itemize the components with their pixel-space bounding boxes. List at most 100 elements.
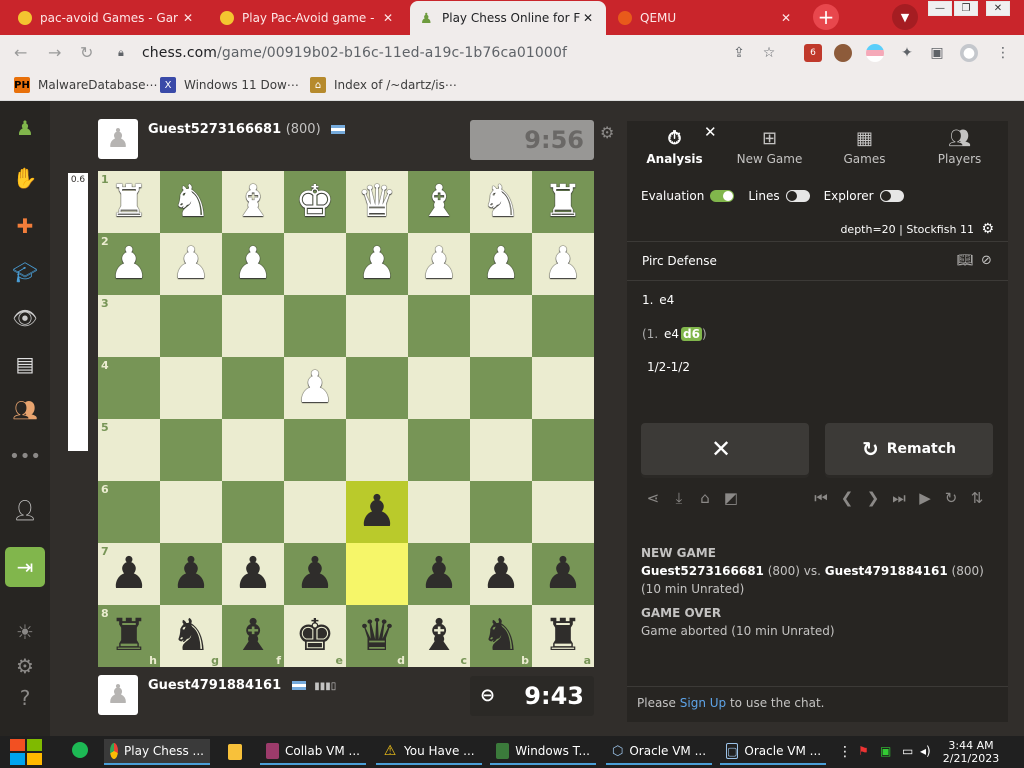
explore-icon[interactable]: ⊘ (981, 253, 992, 268)
settings-icon[interactable]: ⚙ (12, 653, 38, 679)
avatar[interactable]: ♟ (98, 675, 138, 715)
bookmark-star-icon[interactable]: ☆ (760, 44, 778, 62)
taskbar-item[interactable]: ⚠ You Have ... (376, 739, 482, 765)
board-square[interactable] (408, 419, 470, 481)
board-square[interactable] (160, 481, 222, 543)
white-bishop-piece[interactable]: ♝ (408, 171, 470, 233)
board-square[interactable] (532, 419, 594, 481)
menu-icon[interactable]: ⋮ (994, 44, 1012, 62)
play-icon[interactable]: ▶ (917, 489, 933, 507)
board-square[interactable] (284, 419, 346, 481)
overflow-icon[interactable]: ⋮ (838, 744, 852, 760)
restore-button[interactable]: ❐ (954, 1, 978, 16)
log-player[interactable]: Guest4791884161 (825, 564, 948, 578)
bookmark-item[interactable]: X Windows 11 Dow⋯ (160, 77, 299, 93)
social-icon[interactable]: 👥︎ (12, 397, 38, 423)
tab-search-button[interactable]: ▼ (892, 4, 918, 30)
black-rook-piece[interactable]: ♜ (98, 605, 160, 667)
puzzles-icon[interactable]: ✚ (12, 213, 38, 239)
browser-tab-active[interactable]: ♟ Play Chess Online for Fr ✕ (410, 1, 606, 35)
board-square[interactable] (284, 295, 346, 357)
black-pawn-piece[interactable]: ♟ (284, 543, 346, 605)
browser-tab[interactable]: QEMU ✕ (608, 1, 804, 35)
board-square[interactable] (222, 295, 284, 357)
black-rook-piece[interactable]: ♜ (532, 605, 594, 667)
more-icon[interactable]: ••• (9, 443, 41, 469)
white-pawn-piece[interactable]: ♟ (284, 357, 346, 419)
prev-move-icon[interactable]: ❮ (839, 489, 855, 507)
rematch-button[interactable]: ↻ Rematch (825, 423, 993, 475)
move-selected[interactable]: d6 (681, 327, 702, 341)
board-square[interactable] (408, 295, 470, 357)
tab-games[interactable]: ▦ Games (817, 121, 912, 173)
board-square[interactable] (160, 419, 222, 481)
taskbar-item[interactable]: ⬡ Oracle VM ... (606, 739, 712, 765)
minimize-button[interactable]: — (928, 1, 952, 16)
top-player-name[interactable]: Guest5273166681 (800) (148, 122, 346, 137)
board-square[interactable] (160, 295, 222, 357)
bookmark-item[interactable]: ⌂ Index of /~dartz/is⋯ (310, 77, 457, 93)
book-icon[interactable]: 📖︎ (957, 253, 974, 268)
close-icon[interactable]: ✕ (778, 10, 794, 26)
board-square[interactable] (470, 295, 532, 357)
white-pawn-piece[interactable]: ♟ (408, 233, 470, 295)
tab-new-game[interactable]: ⊞ New Game (722, 121, 817, 173)
white-pawn-piece[interactable]: ♟ (98, 233, 160, 295)
address-bar[interactable]: 🔒︎ chess.com/game/00919b02-b16c-11ed-a19… (106, 39, 790, 67)
black-queen-piece[interactable]: ♛ (346, 605, 408, 667)
play-icon[interactable]: ✋ (12, 165, 38, 191)
white-king-piece[interactable]: ♚ (284, 171, 346, 233)
board-square[interactable]: 5 (98, 419, 160, 481)
close-icon[interactable]: ✕ (580, 10, 596, 26)
volume-icon[interactable]: ◂) (920, 744, 931, 758)
close-panel-icon[interactable]: ✕ (704, 123, 717, 141)
board-square[interactable] (470, 419, 532, 481)
new-tab-button[interactable]: + (813, 4, 839, 30)
board-square[interactable]: 4 (98, 357, 160, 419)
black-bishop-piece[interactable]: ♝ (408, 605, 470, 667)
museum-icon[interactable]: ⌂ (697, 489, 713, 507)
black-pawn-piece[interactable]: ♟ (470, 543, 532, 605)
board-square[interactable] (470, 481, 532, 543)
board-square[interactable]: 3 (98, 295, 160, 357)
sign-up-link[interactable]: Sign Up (680, 696, 726, 710)
white-pawn-piece[interactable]: ♟ (346, 233, 408, 295)
board-square[interactable] (346, 357, 408, 419)
url-text[interactable]: chess.com/game/00919b02-b16c-11ed-a19c-1… (142, 45, 790, 61)
extensions-puzzle-icon[interactable]: ✦ (898, 44, 916, 62)
board-settings-icon[interactable]: ⚙ (600, 123, 614, 142)
browser-tab[interactable]: Play Pac-Avoid game - ✕ (210, 1, 406, 35)
tab-players[interactable]: 👥︎ Players (912, 121, 1007, 173)
next-move-icon[interactable]: ❯ (865, 489, 881, 507)
share-icon[interactable]: ⋖ (645, 489, 661, 507)
avatar[interactable]: ♟ (98, 119, 138, 159)
ublock-extension-icon[interactable]: 6 (804, 44, 822, 62)
network-icon[interactable]: ▣ (880, 744, 891, 758)
explorer-toggle[interactable] (879, 190, 904, 202)
bottom-player-name[interactable]: Guest4791884161 ▮▮▮▯ (148, 678, 336, 693)
taskbar-item[interactable] (222, 739, 254, 765)
taskbar-item[interactable]: Play Chess ... (104, 739, 210, 765)
black-pawn-piece[interactable]: ♟ (98, 543, 160, 605)
board-square[interactable] (408, 481, 470, 543)
chess-board[interactable]: 1 2 3 4 5 6 7 8 h g f e d c b a ♜ ♞ ♝ ♚ ♛ ♝ ♞ ♜ ♟ ♟ ♟ ♟ ♟ ♟ ♟ ♟ ♟ ♟ ♟ ♟ ♟ ♟ ♟ ♟… (98, 171, 594, 667)
board-square[interactable] (532, 295, 594, 357)
login-button[interactable]: ⇥ (5, 547, 45, 587)
board-square[interactable] (346, 543, 408, 605)
move[interactable]: e4 (657, 293, 676, 307)
board-editor-icon[interactable]: ◩ (723, 489, 739, 507)
white-rook-piece[interactable]: ♜ (532, 171, 594, 233)
browser-tab[interactable]: pac-avoid Games - Gar ✕ (8, 1, 206, 35)
white-bishop-piece[interactable]: ♝ (222, 171, 284, 233)
black-pawn-piece[interactable]: ♟ (160, 543, 222, 605)
last-move-icon[interactable]: ⏭︎ (891, 489, 907, 507)
white-rook-piece[interactable]: ♜ (98, 171, 160, 233)
white-pawn-piece[interactable]: ♟ (160, 233, 222, 295)
log-player[interactable]: Guest5273166681 (641, 564, 764, 578)
black-pawn-piece[interactable]: ♟ (532, 543, 594, 605)
white-knight-piece[interactable]: ♞ (470, 171, 532, 233)
board-square[interactable] (532, 481, 594, 543)
news-icon[interactable]: ▤ (12, 351, 38, 377)
help-icon[interactable]: ? (12, 685, 38, 711)
learn-icon[interactable]: 🎓︎ (12, 259, 38, 285)
